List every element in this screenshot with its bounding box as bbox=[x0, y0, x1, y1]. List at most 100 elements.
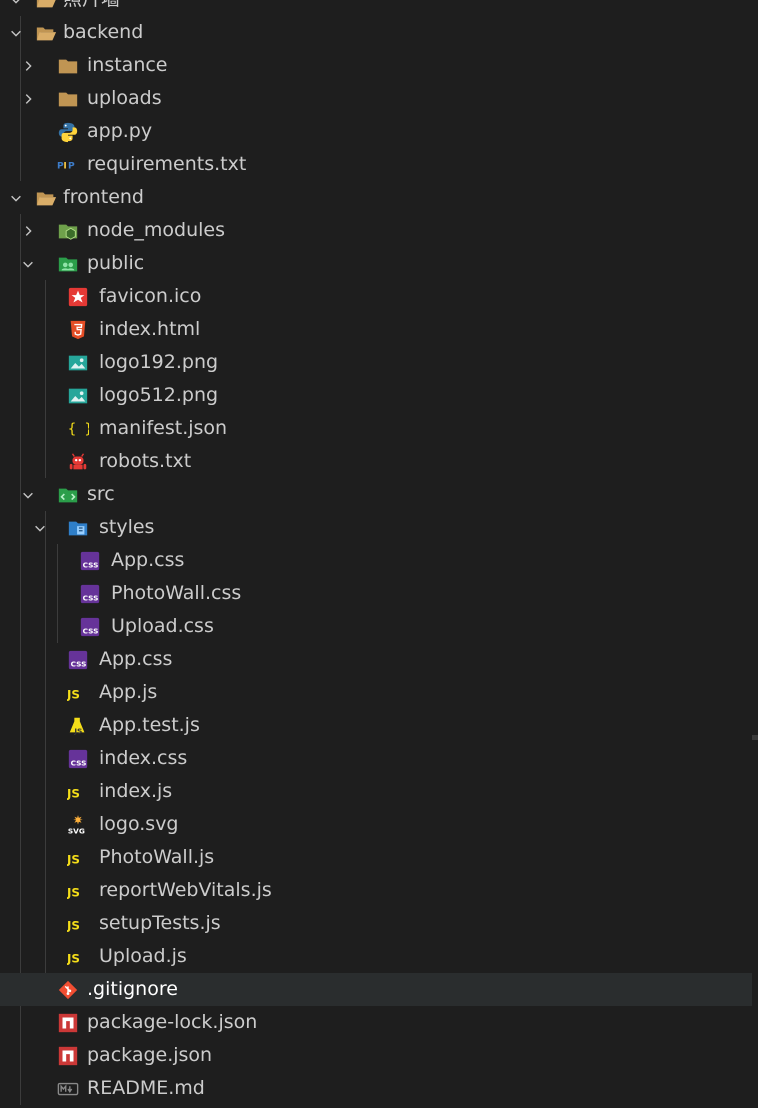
tree-item-label: index.css bbox=[99, 747, 188, 769]
tree-folder-root[interactable]: 照片墙 bbox=[0, 0, 752, 16]
tree-folder-instance[interactable]: instance bbox=[0, 49, 752, 82]
tree-item-label: App.css bbox=[99, 648, 173, 670]
tree-folder-frontend[interactable]: frontend bbox=[0, 181, 752, 214]
tree-file-index-js[interactable]: JS index.js bbox=[0, 775, 752, 808]
folder-icon bbox=[57, 88, 79, 110]
tree-file-logo512-png[interactable]: logo512.png bbox=[0, 379, 752, 412]
tree-file-reportwebvitals-js[interactable]: JS reportWebVitals.js bbox=[0, 874, 752, 907]
tree-file-index-css[interactable]: CSS index.css bbox=[0, 742, 752, 775]
tree-item-label: logo192.png bbox=[99, 351, 219, 373]
chevron-down-icon[interactable] bbox=[6, 16, 26, 49]
image-icon bbox=[67, 352, 89, 374]
svg-text:JS: JS bbox=[73, 726, 82, 735]
chevron-down-icon[interactable] bbox=[18, 247, 38, 280]
js-icon: JS bbox=[67, 781, 89, 803]
svg-text:JS: JS bbox=[67, 853, 80, 867]
chevron-down-icon[interactable] bbox=[30, 511, 50, 544]
npm-icon bbox=[57, 1012, 79, 1034]
chevron-right-icon[interactable] bbox=[18, 82, 38, 115]
js-icon: JS bbox=[67, 682, 89, 704]
tree-file-app-py[interactable]: app.py bbox=[0, 115, 752, 148]
tree-item-label: manifest.json bbox=[99, 417, 228, 439]
chevron-down-icon[interactable] bbox=[18, 478, 38, 511]
tree-folder-public[interactable]: public bbox=[0, 247, 752, 280]
tree-file-requirements-txt[interactable]: P I P requirements.txt bbox=[0, 148, 752, 181]
tree-item-label: src bbox=[87, 483, 115, 505]
tree-file-index-html[interactable]: index.html bbox=[0, 313, 752, 346]
tree-folder-uploads[interactable]: uploads bbox=[0, 82, 752, 115]
tree-file-favicon-ico[interactable]: favicon.ico bbox=[0, 280, 752, 313]
tree-file-robots-txt[interactable]: robots.txt bbox=[0, 445, 752, 478]
tree-item-label: backend bbox=[63, 21, 144, 43]
chevron-right-icon[interactable] bbox=[18, 49, 38, 82]
css-icon: CSS bbox=[79, 583, 101, 605]
svg-text:CSS: CSS bbox=[83, 593, 99, 602]
tree-file-app-css[interactable]: CSS App.css bbox=[0, 544, 752, 577]
npm-icon bbox=[57, 1045, 79, 1067]
tree-file-package-lock-json[interactable]: package-lock.json bbox=[0, 1006, 752, 1039]
tree-item-label: App.js bbox=[99, 681, 158, 703]
tree-folder-src[interactable]: src bbox=[0, 478, 752, 511]
chevron-right-icon[interactable] bbox=[18, 214, 38, 247]
svg-text:CSS: CSS bbox=[71, 758, 87, 767]
svg-text:JS: JS bbox=[67, 787, 80, 801]
css-icon: CSS bbox=[79, 616, 101, 638]
tree-file-logo192-png[interactable]: logo192.png bbox=[0, 346, 752, 379]
tree-item-label: styles bbox=[99, 516, 155, 538]
tree-file-upload-js[interactable]: JS Upload.js bbox=[0, 940, 752, 973]
tree-item-label: logo.svg bbox=[99, 813, 179, 835]
tree-file-app-test-js[interactable]: JS App.test.js bbox=[0, 709, 752, 742]
pip-icon: PIP bbox=[57, 154, 79, 176]
tree-file-readme-md[interactable]: README.md bbox=[0, 1072, 752, 1105]
tree-item-label: PhotoWall.css bbox=[111, 582, 242, 604]
git-icon bbox=[57, 979, 79, 1001]
tree-item-label: package.json bbox=[87, 1044, 213, 1066]
public-folder-icon bbox=[57, 253, 79, 275]
file-explorer-tree: 照片墙 backend instance uploads app.py PIP requir… bbox=[0, 0, 752, 1108]
css-icon: CSS bbox=[67, 649, 89, 671]
tree-item-label: reportWebVitals.js bbox=[99, 879, 272, 901]
tree-folder-styles[interactable]: styles bbox=[0, 511, 752, 544]
chevron-down-icon[interactable] bbox=[6, 0, 26, 16]
src-folder-icon bbox=[57, 484, 79, 506]
tree-item-label: robots.txt bbox=[99, 450, 192, 472]
tree-file-app-css[interactable]: CSS App.css bbox=[0, 643, 752, 676]
svg-text:JS: JS bbox=[67, 688, 80, 702]
tree-item-label: 照片墙 bbox=[63, 0, 120, 16]
tree-file-gitignore[interactable]: .gitignore bbox=[0, 973, 752, 1006]
tree-folder-backend[interactable]: backend bbox=[0, 16, 752, 49]
svg-icon: SVG bbox=[67, 814, 89, 836]
tree-file-setuptests-js[interactable]: JS setupTests.js bbox=[0, 907, 752, 940]
js-icon: JS bbox=[67, 880, 89, 902]
tree-file-package-json[interactable]: package.json bbox=[0, 1039, 752, 1072]
json-icon: { } bbox=[67, 418, 89, 440]
tree-item-label: PhotoWall.js bbox=[99, 846, 215, 868]
tree-file-app-js[interactable]: JS App.js bbox=[0, 676, 752, 709]
folder-open-icon bbox=[35, 0, 57, 11]
tree-item-label: node_modules bbox=[87, 219, 226, 241]
tree-item-label: .gitignore bbox=[87, 978, 178, 1000]
svg-text:CSS: CSS bbox=[83, 560, 99, 569]
tree-item-label: index.html bbox=[99, 318, 201, 340]
tree-item-label: README.md bbox=[87, 1077, 205, 1099]
node-folder-icon bbox=[57, 220, 79, 242]
svg-text:CSS: CSS bbox=[83, 626, 99, 635]
tree-item-label: Upload.css bbox=[111, 615, 214, 637]
tree-file-manifest-json[interactable]: { } manifest.json bbox=[0, 412, 752, 445]
tree-item-label: Upload.js bbox=[99, 945, 187, 967]
tree-file-photowall-css[interactable]: CSS PhotoWall.css bbox=[0, 577, 752, 610]
tree-file-photowall-js[interactable]: JS PhotoWall.js bbox=[0, 841, 752, 874]
tree-item-label: requirements.txt bbox=[87, 153, 247, 175]
chevron-down-icon[interactable] bbox=[6, 181, 26, 214]
svg-text:P: P bbox=[68, 161, 75, 172]
tree-file-upload-css[interactable]: CSS Upload.css bbox=[0, 610, 752, 643]
tree-folder-node-modules[interactable]: node_modules bbox=[0, 214, 752, 247]
js-test-icon: JS bbox=[67, 715, 89, 737]
folder-open-icon bbox=[35, 22, 57, 44]
tree-file-logo-svg[interactable]: SVG logo.svg bbox=[0, 808, 752, 841]
explorer-scrollbar[interactable] bbox=[752, 0, 758, 1108]
favicon-icon bbox=[67, 286, 89, 308]
tree-item-label: package-lock.json bbox=[87, 1011, 258, 1033]
tree-item-label: instance bbox=[87, 54, 168, 76]
js-icon: JS bbox=[67, 946, 89, 968]
